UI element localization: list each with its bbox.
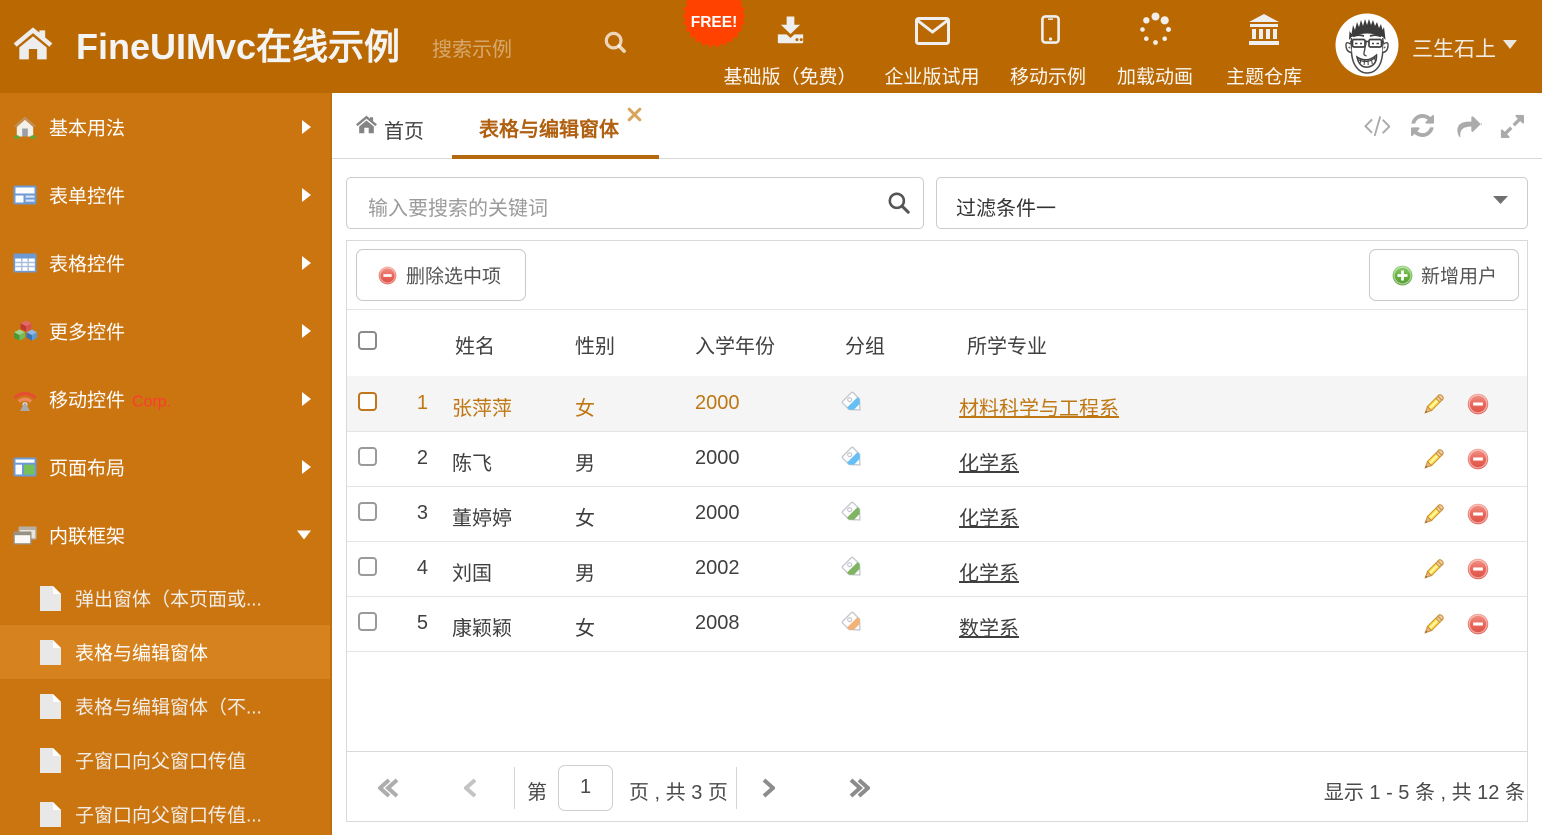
svg-text:FREE!: FREE! <box>691 14 738 31</box>
